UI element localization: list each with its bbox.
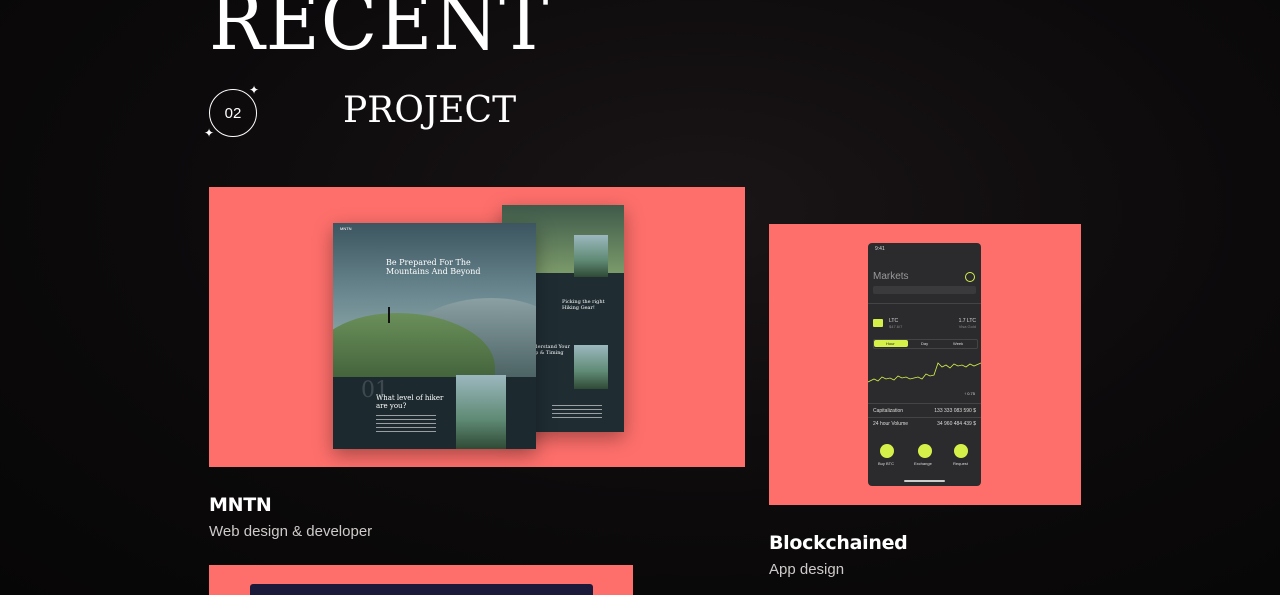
mntn-brand: MNTN xyxy=(340,226,352,231)
price-change: ↑ 0.75 xyxy=(964,391,975,396)
tab-hour: Hour xyxy=(886,341,895,346)
row-value: 34 960 484 439 $ xyxy=(937,421,976,427)
third-project-preview xyxy=(250,584,593,595)
price-chart xyxy=(868,362,981,383)
coin-note: Visa Gold xyxy=(958,324,976,329)
phone-header: Markets xyxy=(873,271,909,282)
project-title-blockchained[interactable]: Blockchained xyxy=(769,532,908,554)
tab-week: Week xyxy=(953,341,964,346)
sparkle-icon: ✦ xyxy=(249,83,260,97)
project-card-mntn[interactable]: Picking the right Hiking Gear! Understan… xyxy=(209,187,745,467)
action-buy-btc: Buy BTC xyxy=(878,461,895,466)
card-icon xyxy=(873,319,883,327)
request-icon xyxy=(954,444,968,458)
mntn-hero-title: Be Prepared For The Mountains And Beyond xyxy=(386,258,481,276)
home-indicator xyxy=(904,480,945,482)
action-exchange: Exchange xyxy=(914,461,932,466)
mntn-mock-page-front: MNTN Be Prepared For The Mountains And B… xyxy=(333,223,536,449)
section-title-recent: RECENT xyxy=(209,0,550,69)
coin-price: $47.6/7 xyxy=(889,324,903,329)
phone-time: 9:41 xyxy=(875,246,885,252)
phone-search-bar xyxy=(873,286,976,294)
section-title-project: PROJECT xyxy=(343,90,517,131)
mntn-side-title: Picking the right Hiking Gear! xyxy=(562,299,605,311)
row-label: 24 hour Volume xyxy=(873,421,909,427)
project-count: 02 xyxy=(224,104,242,122)
profile-icon xyxy=(965,272,975,282)
mntn-section-title: What level of hiker are you? xyxy=(376,394,444,410)
exchange-icon xyxy=(918,444,932,458)
sparkle-icon: ✦ xyxy=(204,126,215,140)
buy-btc-icon xyxy=(880,444,894,458)
project-card-third[interactable] xyxy=(209,565,633,595)
hiker-figure xyxy=(388,307,390,323)
action-request: Request xyxy=(953,461,968,466)
project-subtitle-mntn: Web design & developer xyxy=(209,523,373,540)
row-label: Capitalization xyxy=(873,408,904,414)
row-value: 133 333 083 590 $ xyxy=(934,408,976,414)
project-subtitle-blockchained: App design xyxy=(769,561,845,578)
tab-day: Day xyxy=(921,341,929,346)
project-title-mntn[interactable]: MNTN xyxy=(209,494,272,516)
blockchained-phone-mock: 9:41 Markets LTC $47.6/7 1.7 LTC Visa Go… xyxy=(868,243,981,486)
